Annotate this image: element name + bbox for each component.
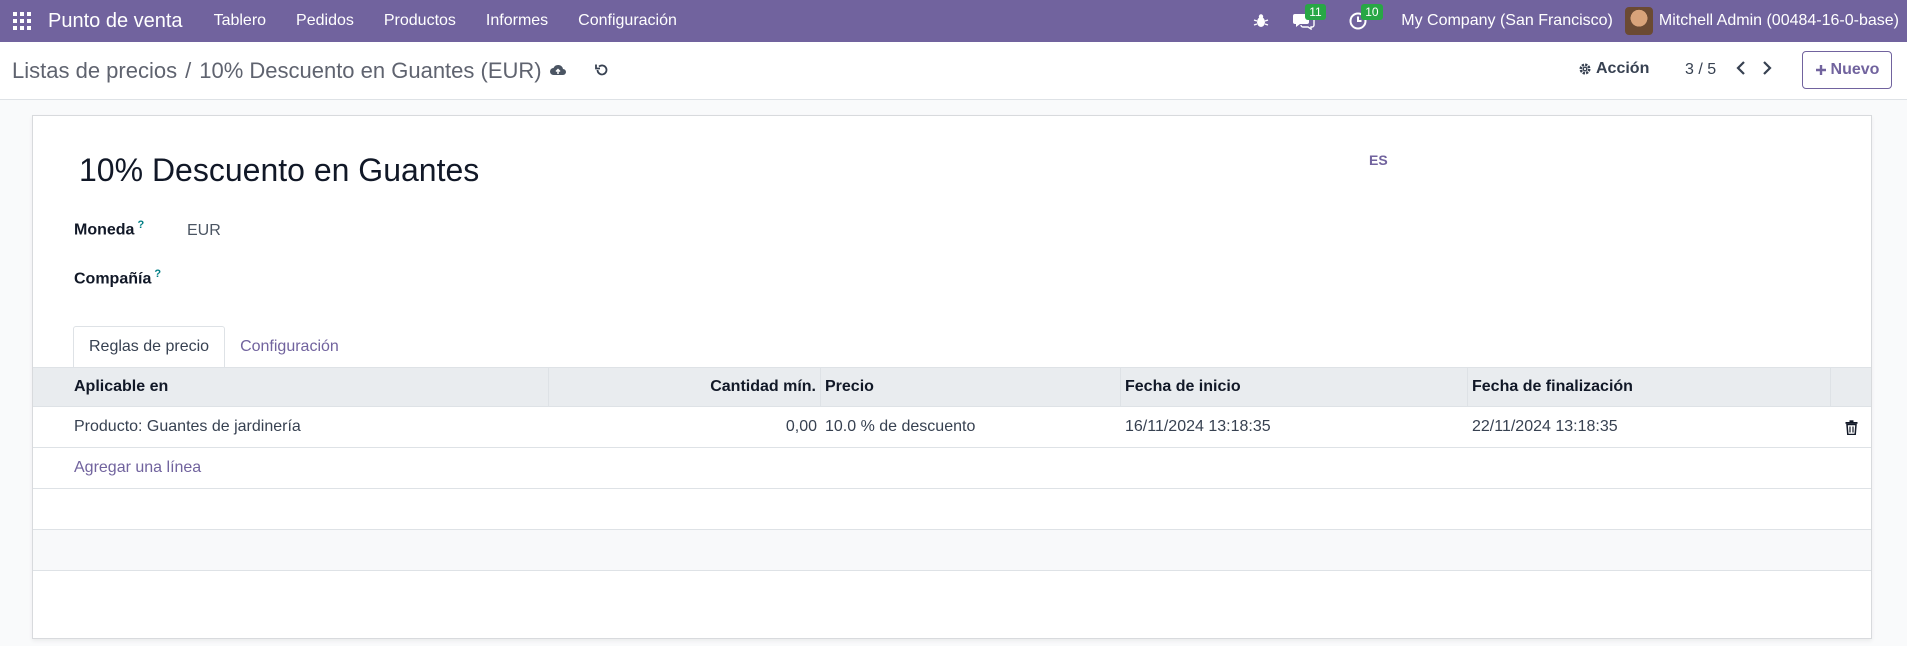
menu-tablero[interactable]: Tablero (199, 0, 281, 42)
currency-label: Moneda? (74, 219, 144, 239)
currency-label-text: Moneda (74, 221, 135, 239)
column-actions (1831, 368, 1871, 406)
user-menu[interactable]: Mitchell Admin (00484-16-0-base) (1624, 7, 1907, 35)
company-label: Compañía? (74, 268, 161, 288)
menu-pedidos[interactable]: Pedidos (281, 0, 369, 42)
menu-informes[interactable]: Informes (471, 0, 563, 42)
column-applicable[interactable]: Aplicable en (33, 368, 549, 406)
notebook-tabs: Reglas de precio Configuración (73, 326, 354, 368)
add-line-row: Agregar una línea (33, 448, 1871, 489)
cell-applicable[interactable]: Producto: Guantes de jardinería (33, 407, 549, 447)
company-label-text: Compañía (74, 270, 152, 288)
breadcrumb-separator: / (185, 58, 192, 83)
activities-clock-icon[interactable]: 10 (1337, 0, 1389, 42)
action-button[interactable]: Acción (1578, 60, 1649, 78)
messages-icon[interactable]: 11 (1281, 0, 1337, 42)
action-label: Acción (1596, 60, 1650, 77)
empty-row (33, 530, 1871, 571)
user-name: Mitchell Admin (00484-16-0-base) (1658, 12, 1899, 29)
cell-start-date[interactable]: 16/11/2024 13:18:35 (1121, 407, 1468, 447)
debug-bug-icon[interactable] (1241, 0, 1281, 42)
apps-menu-icon[interactable] (0, 0, 44, 42)
control-panel: Listas de precios / 10% Descuento en Gua… (0, 42, 1907, 100)
menu-productos[interactable]: Productos (369, 0, 471, 42)
add-line-link[interactable]: Agregar una línea (33, 448, 549, 488)
pager-next-icon[interactable] (1761, 60, 1773, 81)
column-price[interactable]: Precio (821, 368, 1121, 406)
save-cloud-icon[interactable] (549, 62, 567, 83)
discard-undo-icon[interactable] (594, 62, 610, 83)
cell-price[interactable]: 10.0 % de descuento (821, 407, 1121, 447)
plus-icon (1815, 65, 1826, 75)
record-name-field[interactable]: 10% Descuento en Guantes (79, 152, 479, 189)
table-row[interactable]: Producto: Guantes de jardinería 0,00 10.… (33, 407, 1871, 448)
company-field[interactable] (187, 268, 587, 288)
app-name[interactable]: Punto de venta (48, 10, 183, 33)
pager-value[interactable]: 3 / 5 (1685, 61, 1716, 79)
activities-badge: 10 (1361, 4, 1383, 20)
column-end-date[interactable]: Fecha de finalización (1468, 368, 1831, 406)
gear-icon (1579, 63, 1591, 75)
tab-price-rules[interactable]: Reglas de precio (73, 326, 226, 368)
column-start-date[interactable]: Fecha de inicio (1121, 368, 1468, 406)
new-button[interactable]: Nuevo (1802, 51, 1892, 89)
help-icon[interactable]: ? (154, 268, 161, 280)
new-label: Nuevo (1830, 61, 1880, 78)
language-tag[interactable]: ES (1369, 152, 1388, 168)
currency-field[interactable]: EUR (187, 222, 221, 240)
help-icon[interactable]: ? (137, 219, 144, 231)
pager-previous-icon[interactable] (1735, 60, 1747, 81)
breadcrumb-current: 10% Descuento en Guantes (EUR) (199, 58, 542, 83)
top-navbar: Punto de venta Tablero Pedidos Productos… (0, 0, 1907, 42)
table-header: Aplicable en Cantidad mín. Precio Fecha … (33, 367, 1871, 407)
empty-row (33, 489, 1871, 530)
messages-badge: 11 (1305, 4, 1326, 20)
company-switcher[interactable]: My Company (San Francisco) (1389, 12, 1625, 30)
column-min-qty[interactable]: Cantidad mín. (549, 368, 821, 406)
breadcrumb: Listas de precios / 10% Descuento en Gua… (12, 58, 542, 84)
avatar (1624, 7, 1653, 35)
tab-configuration[interactable]: Configuración (225, 326, 354, 368)
cell-min-qty[interactable]: 0,00 (549, 407, 821, 447)
breadcrumb-parent[interactable]: Listas de precios (12, 58, 177, 84)
form-sheet: 10% Descuento en Guantes ES Moneda? EUR … (32, 115, 1872, 639)
price-rules-table: Aplicable en Cantidad mín. Precio Fecha … (33, 367, 1871, 571)
menu-configuracion[interactable]: Configuración (563, 0, 692, 42)
delete-row-icon[interactable] (1831, 407, 1871, 447)
cell-end-date[interactable]: 22/11/2024 13:18:35 (1468, 407, 1831, 447)
